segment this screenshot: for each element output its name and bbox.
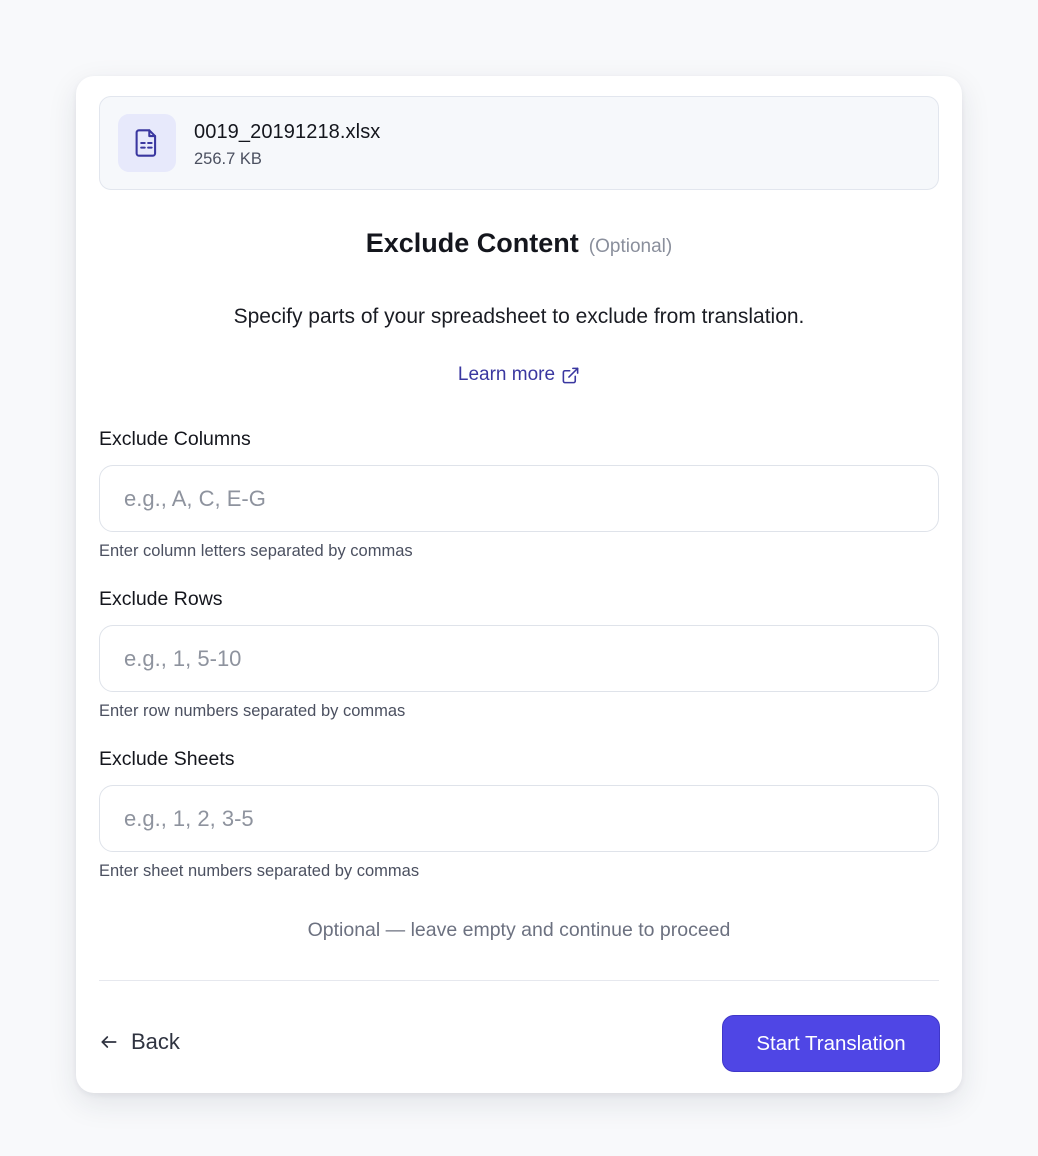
file-size: 256.7 KB	[194, 150, 262, 168]
learn-more-link[interactable]: Learn more	[76, 364, 962, 386]
page-title: Exclude Content	[365, 228, 579, 258]
file-summary: 0019_20191218.xlsx 256.7 KB	[99, 96, 939, 190]
file-icon-container	[118, 114, 176, 172]
back-button[interactable]: Back	[99, 1029, 180, 1055]
external-link-icon	[562, 367, 579, 383]
optional-note: Optional — leave empty and continue to p…	[307, 919, 731, 941]
exclude-rows-input[interactable]	[99, 625, 939, 692]
back-label: Back	[131, 1029, 180, 1054]
exclude-rows-label: Exclude Rows	[99, 588, 223, 610]
page-description: Specify parts of your spreadsheet to exc…	[233, 305, 805, 328]
exclude-sheets-label: Exclude Sheets	[99, 748, 235, 770]
arrow-left-icon	[101, 1036, 117, 1048]
file-name: 0019_20191218.xlsx	[194, 121, 381, 143]
exclude-sheets-input[interactable]	[99, 785, 939, 852]
page-heading: Exclude Content (Optional)	[76, 228, 962, 259]
exclude-columns-label: Exclude Columns	[99, 428, 251, 450]
exclude-columns-input[interactable]	[99, 465, 939, 532]
start-translation-button[interactable]: Start Translation	[722, 1015, 940, 1072]
exclude-content-card: 0019_20191218.xlsx 256.7 KB Exclude Cont…	[76, 76, 962, 1093]
spreadsheet-file-icon	[135, 129, 157, 157]
exclude-rows-help: Enter row numbers separated by commas	[99, 702, 406, 720]
footer-divider	[99, 980, 939, 981]
learn-more-label: Learn more	[457, 364, 556, 385]
optional-tag: (Optional)	[588, 236, 673, 257]
exclude-columns-help: Enter column letters separated by commas	[99, 542, 413, 560]
exclude-sheets-help: Enter sheet numbers separated by commas	[99, 862, 420, 880]
